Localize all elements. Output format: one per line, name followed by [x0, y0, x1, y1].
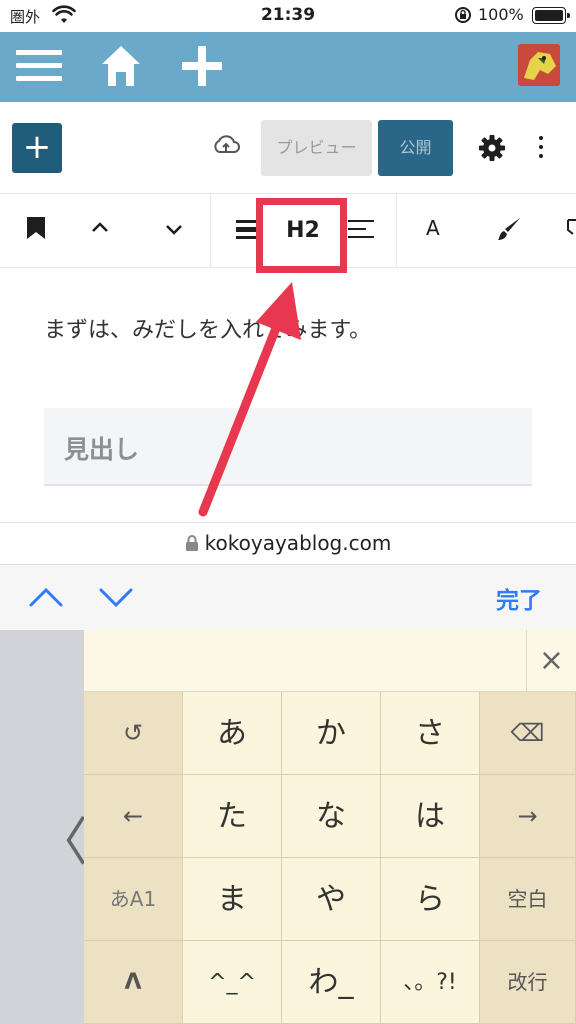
input-mode-key[interactable]: あA1 — [84, 858, 183, 941]
key-punctuation[interactable]: 、。?! — [381, 941, 480, 1024]
align-left-icon[interactable] — [348, 216, 374, 246]
url-text: kokoyayablog.com — [204, 531, 392, 555]
admin-bar — [0, 32, 576, 102]
previous-field-icon[interactable] — [28, 585, 64, 613]
tag-icon[interactable] — [566, 216, 576, 244]
move-down-icon[interactable] — [164, 216, 184, 244]
candidate-bar: × — [84, 630, 576, 692]
close-keyboard-key[interactable]: × — [526, 630, 576, 692]
right-arrow-key[interactable]: → — [480, 775, 576, 858]
more-options-icon[interactable] — [531, 132, 551, 162]
brush-icon[interactable] — [496, 216, 522, 246]
status-bar: 圏外 21:39 100% — [0, 0, 576, 32]
move-up-icon[interactable] — [90, 216, 110, 244]
backspace-key[interactable]: ⌫ — [480, 692, 576, 775]
key-na[interactable]: な — [282, 775, 381, 858]
key-ma[interactable]: ま — [183, 858, 282, 941]
paragraph-block[interactable]: まずは、みだしを入れてみます。 — [44, 312, 371, 344]
key-kaomoji[interactable]: ^_^ — [183, 941, 282, 1024]
keyboard-left-column: 〈 — [0, 630, 88, 1024]
key-ta[interactable]: た — [183, 775, 282, 858]
lock-icon — [185, 535, 198, 551]
gear-icon[interactable] — [478, 134, 506, 166]
heading-block[interactable]: 見出し — [44, 408, 532, 486]
key-ha[interactable]: は — [381, 775, 480, 858]
plus-icon[interactable] — [180, 44, 224, 92]
home-icon[interactable] — [100, 44, 142, 92]
next-field-icon[interactable] — [98, 585, 134, 613]
key-sa[interactable]: さ — [381, 692, 480, 775]
return-key[interactable]: 改行 — [480, 941, 576, 1024]
user-avatar[interactable] — [518, 44, 560, 86]
form-accessory-bar: 完了 — [0, 564, 576, 630]
key-ra[interactable]: ら — [381, 858, 480, 941]
left-arrow-key[interactable]: ← — [84, 775, 183, 858]
hamburger-menu-icon[interactable] — [16, 46, 62, 90]
key-wa[interactable]: わ_ — [282, 941, 381, 1024]
rotation-lock-icon — [454, 6, 472, 28]
bookmark-icon[interactable] — [26, 216, 46, 244]
add-block-button[interactable]: + — [12, 123, 62, 173]
done-button[interactable]: 完了 — [496, 581, 542, 615]
editor-header: + プレビュー 公開 — [0, 102, 576, 194]
battery-percent: 100% — [478, 5, 524, 24]
undo-key[interactable]: ↺ — [84, 692, 183, 775]
japanese-keyboard: 〈 × ↺ あ か さ ⌫ ← た な は → あA1 ま や ら 空白 Λ ^… — [0, 630, 576, 1024]
cloud-upload-icon[interactable] — [212, 134, 240, 160]
heading-placeholder: 見出し — [64, 435, 140, 464]
highlight-box — [256, 198, 347, 273]
key-ya[interactable]: や — [282, 858, 381, 941]
previous-candidate-key[interactable]: 〈 — [36, 800, 88, 875]
key-a[interactable]: あ — [183, 692, 282, 775]
url-bar[interactable]: kokoyayablog.com — [0, 522, 576, 564]
battery-icon — [532, 7, 570, 24]
space-key[interactable]: 空白 — [480, 858, 576, 941]
text-color-button[interactable]: A — [426, 216, 440, 240]
emoji-key[interactable]: Λ — [84, 941, 183, 1024]
preview-button[interactable]: プレビュー — [261, 120, 372, 176]
key-ka[interactable]: か — [282, 692, 381, 775]
publish-button[interactable]: 公開 — [378, 120, 453, 176]
